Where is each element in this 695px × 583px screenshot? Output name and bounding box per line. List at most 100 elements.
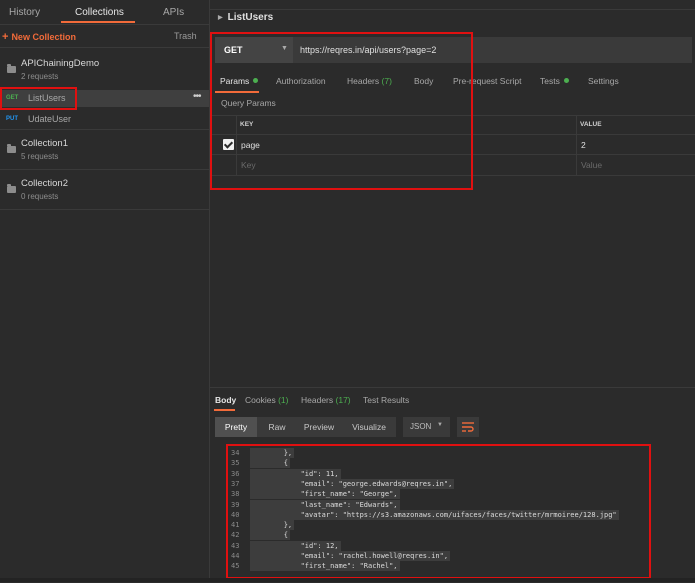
code-text: { bbox=[250, 458, 290, 469]
tab-settings[interactable]: Settings bbox=[588, 76, 619, 86]
collection-name: APIChainingDemo bbox=[21, 58, 100, 69]
raw-button[interactable]: Raw bbox=[258, 417, 296, 437]
tab-response-body[interactable]: Body bbox=[215, 395, 236, 405]
active-tab-indicator bbox=[214, 409, 235, 411]
table-row-empty: Key Value bbox=[210, 154, 695, 176]
line-number: 42 bbox=[231, 531, 240, 540]
param-key-input[interactable]: page bbox=[241, 140, 260, 150]
line-number: 44 bbox=[231, 552, 240, 560]
request-item-listusers[interactable]: GET ListUsers ••• bbox=[0, 90, 209, 107]
new-collection-label: New Collection bbox=[11, 32, 76, 42]
headers-count: (17) bbox=[335, 395, 351, 405]
response-panel: Body Cookies (1) Headers (17) Test Resul… bbox=[210, 387, 695, 583]
collection-request-count: 5 requests bbox=[21, 152, 59, 161]
trash-button[interactable]: Trash bbox=[174, 31, 197, 41]
divider bbox=[0, 47, 209, 48]
wrap-lines-button[interactable] bbox=[457, 417, 479, 437]
code-text: "last_name": "Edwards", bbox=[250, 499, 400, 510]
sidebar: History Collections APIs + New Collection… bbox=[0, 0, 210, 582]
new-value-input[interactable]: Value bbox=[581, 160, 602, 170]
tab-test-results[interactable]: Test Results bbox=[363, 395, 409, 405]
collection-request-count: 0 requests bbox=[21, 192, 59, 201]
folder-icon bbox=[7, 144, 16, 153]
active-tab-indicator bbox=[215, 91, 259, 93]
tab-cookies[interactable]: Cookies (1) bbox=[245, 395, 288, 405]
code-text: }, bbox=[250, 520, 295, 531]
column-divider bbox=[236, 135, 237, 155]
request-name: ListUsers bbox=[28, 93, 66, 103]
tab-history[interactable]: History bbox=[9, 7, 40, 18]
headers-count: (7) bbox=[381, 76, 392, 86]
line-number: 39 bbox=[231, 500, 240, 509]
status-dot-icon bbox=[253, 78, 259, 83]
tab-authorization[interactable]: Authorization bbox=[276, 76, 326, 86]
url-input[interactable]: https://reqres.in/api/users?page=2 bbox=[300, 45, 436, 55]
tab-apis[interactable]: APIs bbox=[163, 7, 184, 18]
request-panel: ▶ ListUsers GET ▼ https://reqres.in/api/u… bbox=[210, 0, 695, 582]
request-tabs: Params Authorization Headers (7) Body Pr… bbox=[210, 72, 695, 92]
method-select[interactable]: GET ▼ bbox=[215, 37, 293, 63]
tab-pre-request-script[interactable]: Pre-request Script bbox=[453, 76, 522, 86]
folder-icon bbox=[7, 64, 16, 73]
tab-label: Headers bbox=[347, 76, 380, 86]
tab-tests[interactable]: Tests bbox=[540, 76, 569, 86]
line-number: 41 bbox=[231, 521, 240, 530]
status-bar bbox=[0, 578, 695, 582]
pretty-button[interactable]: Pretty bbox=[215, 417, 257, 437]
method-badge: PUT bbox=[6, 116, 18, 122]
method-value: GET bbox=[224, 45, 243, 55]
request-name: UdateUser bbox=[28, 114, 72, 124]
request-title[interactable]: ▶ ListUsers bbox=[218, 12, 273, 23]
tab-body[interactable]: Body bbox=[414, 76, 433, 86]
visualize-button[interactable]: Visualize bbox=[342, 417, 396, 437]
line-number: 34 bbox=[231, 449, 240, 457]
line-number: 37 bbox=[231, 479, 240, 488]
divider bbox=[0, 129, 209, 130]
column-divider bbox=[576, 116, 577, 135]
sidebar-tabs: History Collections APIs bbox=[0, 0, 209, 25]
code-text: "first_name": "George", bbox=[250, 489, 400, 500]
line-number: 38 bbox=[231, 490, 240, 499]
format-select[interactable]: JSON ▼ bbox=[403, 417, 450, 437]
tab-params[interactable]: Params bbox=[220, 76, 259, 86]
request-title-text: ListUsers bbox=[227, 12, 274, 23]
response-body-code: 34 }, 35 {36 "id": 11, 37 "email": "george… bbox=[228, 446, 648, 575]
column-header-value: VALUE bbox=[580, 121, 602, 128]
chevron-down-icon: ▼ bbox=[437, 422, 443, 428]
column-divider bbox=[236, 155, 237, 175]
collection-name: Collection2 bbox=[21, 178, 68, 189]
line-number: 43 bbox=[231, 541, 240, 550]
view-mode-group: Pretty Raw Preview Visualize bbox=[215, 417, 396, 437]
line-number: 35 bbox=[231, 459, 240, 468]
divider bbox=[0, 209, 209, 210]
more-options-icon[interactable]: ••• bbox=[193, 91, 201, 102]
table-header-row: KEY VALUE bbox=[210, 115, 695, 135]
folder-icon bbox=[7, 184, 16, 193]
tab-label: Cookies bbox=[245, 395, 276, 405]
code-text: "avatar": "https://s3.amazonaws.com/uifa… bbox=[250, 509, 619, 520]
new-collection-button[interactable]: + New Collection bbox=[2, 31, 76, 43]
chevron-down-icon: ▼ bbox=[281, 45, 288, 52]
request-item-udateuser[interactable]: PUT UdateUser bbox=[0, 111, 209, 128]
plus-icon: + bbox=[2, 31, 9, 43]
tab-label: Headers bbox=[301, 395, 334, 405]
tab-headers[interactable]: Headers (7) bbox=[347, 76, 392, 86]
param-enabled-checkbox[interactable] bbox=[223, 139, 234, 150]
tab-response-headers[interactable]: Headers (17) bbox=[301, 395, 351, 405]
column-divider bbox=[576, 135, 577, 155]
tab-strip bbox=[210, 0, 695, 10]
code-text: "email": "george.edwards@reqres.in", bbox=[250, 478, 455, 489]
code-text: "first_name": "Rachel", bbox=[250, 561, 400, 572]
new-key-input[interactable]: Key bbox=[241, 160, 256, 170]
line-number: 45 bbox=[231, 562, 240, 571]
preview-button[interactable]: Preview bbox=[297, 417, 341, 437]
line-number: 36 bbox=[231, 469, 240, 478]
column-header-key: KEY bbox=[240, 121, 254, 128]
line-number: 40 bbox=[231, 510, 240, 519]
tab-collections[interactable]: Collections bbox=[75, 7, 124, 18]
param-value-input[interactable]: 2 bbox=[581, 140, 586, 150]
code-text: "id": 12, bbox=[250, 540, 341, 551]
caret-right-icon: ▶ bbox=[218, 15, 223, 21]
url-bar: GET ▼ https://reqres.in/api/users?page=2 bbox=[215, 37, 692, 63]
code-text: "email": "rachel.howell@reqres.in", bbox=[250, 551, 451, 561]
